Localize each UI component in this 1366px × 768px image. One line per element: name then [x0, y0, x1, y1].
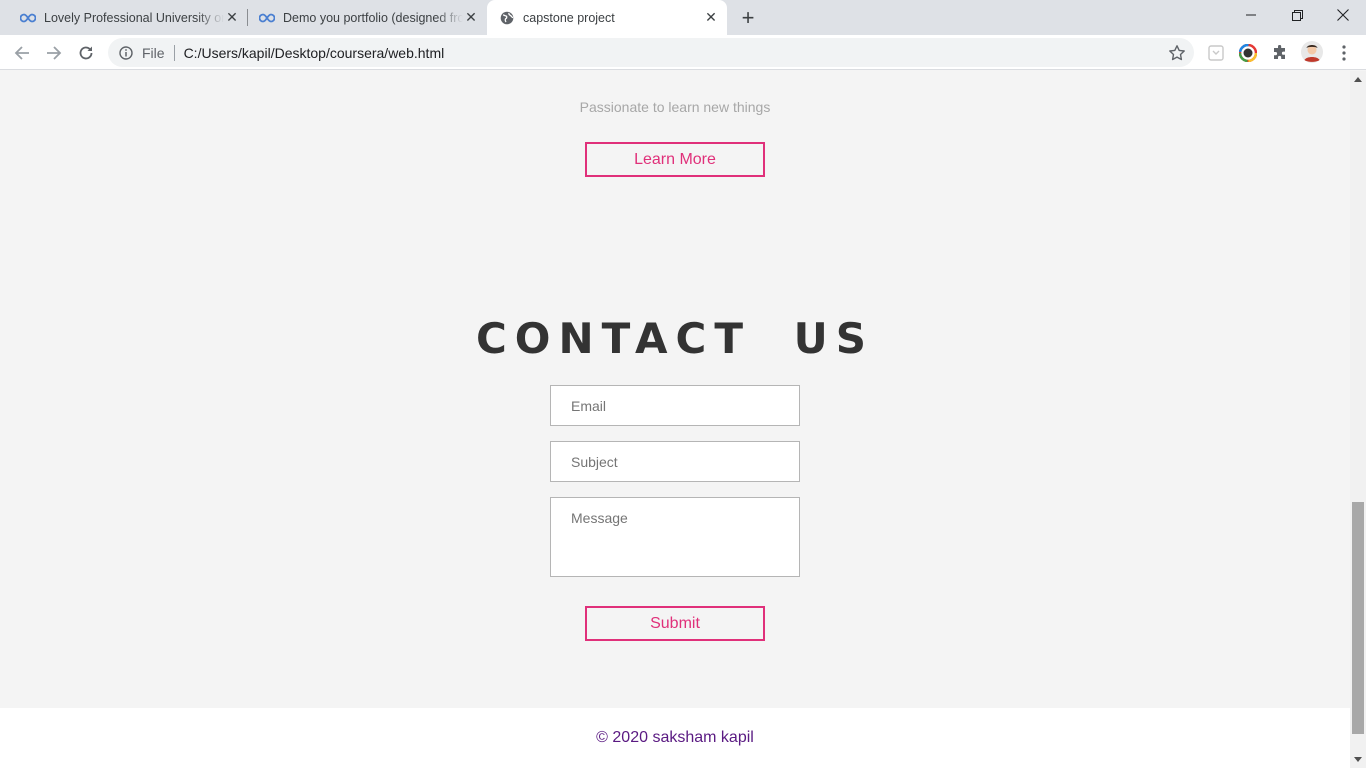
divider [173, 44, 175, 61]
avatar[interactable] [1301, 41, 1323, 63]
color-picker-icon[interactable] [1238, 43, 1258, 63]
close-icon[interactable]: ✕ [463, 9, 479, 26]
message-field[interactable] [550, 497, 800, 577]
arrow-right-icon [47, 46, 62, 60]
email-field[interactable] [550, 385, 800, 426]
menu-icon[interactable] [1334, 43, 1354, 63]
globe-icon [499, 10, 515, 26]
info-icon[interactable] [118, 45, 134, 61]
address-bar[interactable]: File C:/Users/kapil/Desktop/coursera/web… [108, 38, 1194, 67]
tab-title: Lovely Professional University on [44, 10, 224, 25]
scroll-up-arrow-icon[interactable] [1350, 71, 1366, 88]
browser-toolbar: File C:/Users/kapil/Desktop/coursera/web… [0, 35, 1366, 70]
plus-icon: + [741, 5, 755, 30]
tagline: Passionate to learn new things [579, 99, 771, 115]
minimize-icon [1246, 14, 1256, 16]
submit-button[interactable]: Submit [585, 606, 765, 641]
scrollbar-thumb[interactable] [1352, 501, 1364, 734]
infinity-icon [20, 10, 36, 26]
arrow-left-icon [14, 46, 29, 60]
star-icon[interactable] [1168, 44, 1186, 62]
tab-title: Demo you portfolio (designed fro [283, 10, 463, 25]
minimize-button[interactable] [1228, 0, 1274, 30]
scroll-down-arrow-icon[interactable] [1350, 751, 1366, 768]
tab-strip: Lovely Professional University on ✕ Demo… [0, 0, 1366, 35]
page-content: Passionate to learn new things Learn Mor… [0, 71, 1350, 768]
back-button[interactable] [8, 39, 36, 67]
footer-copyright: © 2020 saksham kapil [596, 729, 754, 746]
tab-demo-portfolio[interactable]: Demo you portfolio (designed fro ✕ [239, 0, 487, 35]
tab-title: capstone project [523, 10, 615, 25]
reload-icon [79, 46, 93, 60]
reload-button[interactable] [72, 39, 100, 67]
new-tab-button[interactable]: + [736, 5, 760, 30]
close-icon[interactable]: ✕ [224, 9, 240, 26]
close-window-button[interactable] [1320, 0, 1366, 30]
footer: © 2020 saksham kapil [0, 708, 1350, 768]
subject-field[interactable] [550, 441, 800, 482]
tab-lpu[interactable]: Lovely Professional University on ✕ [0, 0, 248, 35]
scheme-label: File [142, 44, 165, 61]
close-icon[interactable]: ✕ [703, 9, 719, 26]
learn-more-button[interactable]: Learn More [585, 142, 765, 177]
puzzle-icon[interactable] [1270, 43, 1290, 63]
vertical-scrollbar[interactable] [1350, 71, 1366, 768]
infinity-icon [259, 10, 275, 26]
restore-button[interactable] [1274, 0, 1320, 30]
contact-title: CONTACT US [475, 314, 875, 363]
extension-pocket-icon[interactable] [1206, 43, 1226, 63]
url-text[interactable]: C:/Users/kapil/Desktop/coursera/web.html [184, 45, 445, 61]
forward-button[interactable] [40, 39, 68, 67]
restore-icon [1291, 9, 1303, 21]
close-icon [1337, 9, 1349, 21]
tab-capstone-project[interactable]: capstone project ✕ [487, 0, 727, 35]
